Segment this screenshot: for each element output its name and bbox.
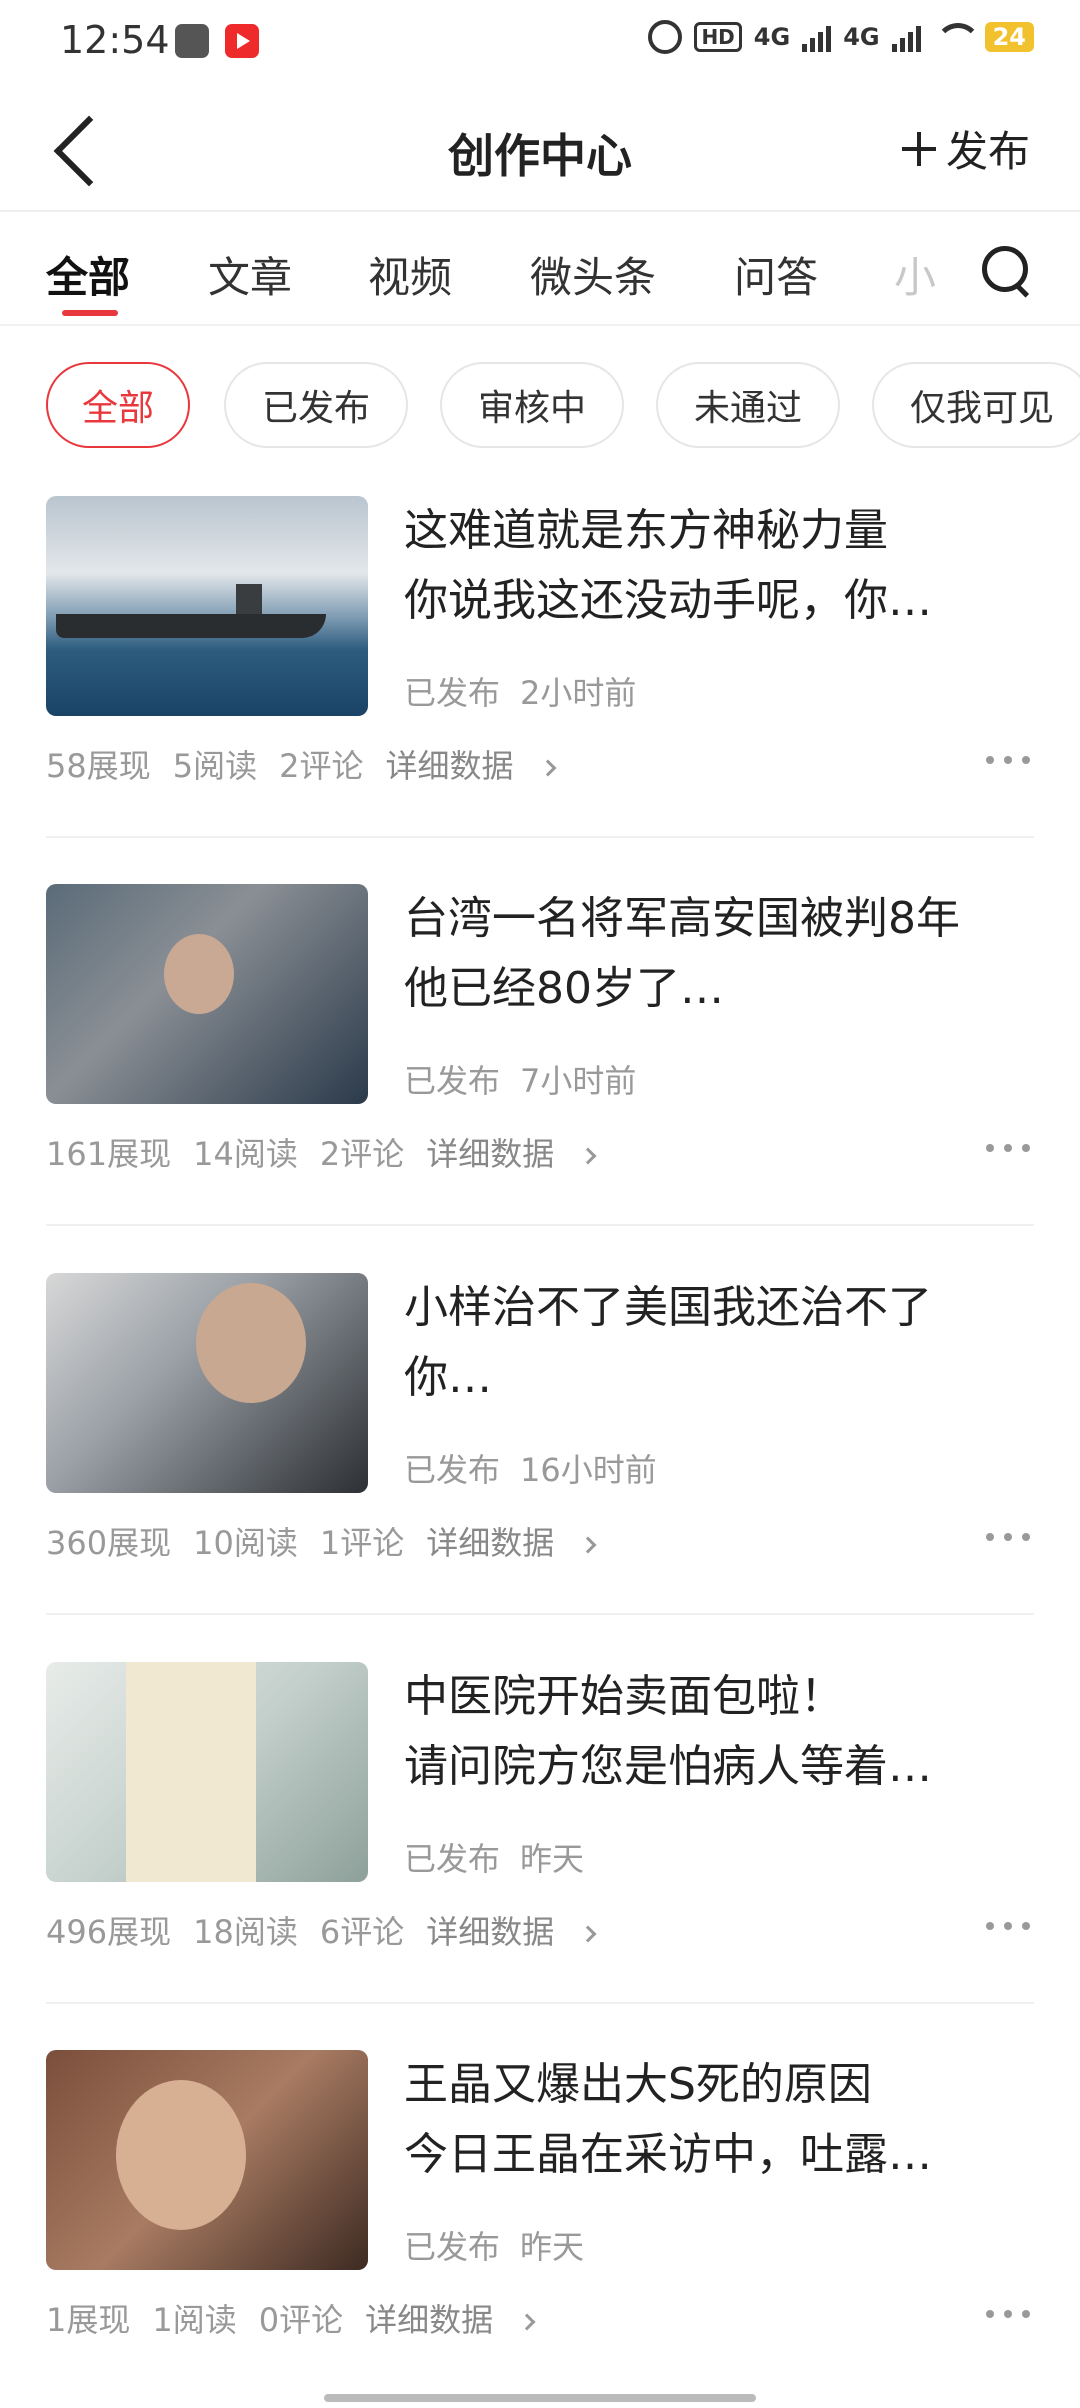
tab-articles[interactable]: 文章 — [208, 244, 292, 305]
detail-data-link[interactable]: 详细数据 — [365, 2301, 536, 2339]
article-title[interactable]: 小样治不了美国我还治不了 你… — [404, 1273, 1044, 1413]
more-options-icon[interactable] — [986, 1136, 1030, 1160]
hd-icon: HD — [694, 22, 742, 52]
detail-data-link[interactable]: 详细数据 — [385, 747, 556, 785]
article-stats: 1展现 1阅读 0评论 详细数据 — [46, 2295, 555, 2341]
article-item[interactable]: 小样治不了美国我还治不了 你… 已发布 16小时前 360展现 10阅读 1评论 详细数… — [0, 1273, 1080, 1661]
chevron-right-icon — [579, 1925, 597, 1943]
filter-published[interactable]: 已发布 — [224, 362, 408, 448]
tab-more-partial[interactable]: 小 — [894, 244, 936, 305]
search-icon[interactable] — [980, 244, 1032, 296]
article-meta: 已发布 16小时前 — [404, 1451, 657, 1489]
article-stats: 360展现 10阅读 1评论 详细数据 — [46, 1518, 616, 1564]
status-bar: 12:54 HD 4G 4G 24 — [0, 0, 1080, 88]
app-header: 创作中心 发布 — [0, 88, 1080, 212]
divider — [46, 1613, 1034, 1615]
plus-icon — [901, 131, 936, 166]
divider — [46, 836, 1034, 838]
article-stats: 58展现 5阅读 2评论 详细数据 — [46, 741, 576, 787]
article-title[interactable]: 王晶又爆出大S死的原因 今日王晶在采访中，吐露… — [404, 2050, 1044, 2190]
article-thumbnail[interactable] — [46, 1273, 368, 1493]
filter-private[interactable]: 仅我可见 — [872, 362, 1080, 448]
article-meta: 已发布 2小时前 — [404, 674, 637, 712]
article-meta: 已发布 7小时前 — [404, 1062, 637, 1100]
article-thumbnail[interactable] — [46, 884, 368, 1104]
signal-icon-2 — [891, 22, 921, 52]
network-label: 4G — [753, 23, 791, 51]
status-indicators: HD 4G 4G 24 — [648, 20, 1034, 54]
alarm-icon — [648, 20, 683, 54]
article-meta: 已发布 昨天 — [404, 1840, 585, 1878]
article-stats: 161展现 14阅读 2评论 详细数据 — [46, 1129, 616, 1175]
filter-rejected[interactable]: 未通过 — [656, 362, 840, 448]
filter-all[interactable]: 全部 — [46, 362, 190, 448]
article-stats: 496展现 18阅读 6评论 详细数据 — [46, 1907, 616, 1953]
wifi-icon — [933, 21, 981, 53]
chevron-right-icon — [579, 1147, 597, 1165]
publish-button[interactable]: 发布 — [901, 118, 1030, 179]
article-title[interactable]: 中医院开始卖面包啦！ 请问院方您是怕病人等着… — [404, 1662, 1044, 1802]
active-tab-indicator — [62, 310, 118, 316]
article-thumbnail[interactable] — [46, 1662, 368, 1882]
chevron-right-icon — [518, 2313, 536, 2331]
status-filter-chips: 全部 已发布 审核中 未通过 仅我可见 — [0, 362, 1080, 452]
publish-label: 发布 — [945, 127, 1030, 176]
tab-micro-posts[interactable]: 微头条 — [530, 244, 656, 305]
article-item[interactable]: 这难道就是东方神秘力量 你说我这还没动手呢，你… 已发布 2小时前 58展现 5阅读… — [0, 496, 1080, 884]
tab-all[interactable]: 全部 — [46, 244, 130, 305]
article-item[interactable]: 中医院开始卖面包啦！ 请问院方您是怕病人等着… 已发布 昨天 496展现 18阅读 6… — [0, 1662, 1080, 2050]
video-app-icon — [225, 24, 259, 58]
detail-data-link[interactable]: 详细数据 — [426, 1135, 597, 1173]
divider — [46, 1224, 1034, 1226]
divider — [46, 2002, 1034, 2004]
signal-icon — [802, 22, 832, 52]
robot-app-icon — [175, 24, 209, 58]
filter-reviewing[interactable]: 审核中 — [440, 362, 624, 448]
detail-data-link[interactable]: 详细数据 — [426, 1913, 597, 1951]
article-item[interactable]: 王晶又爆出大S死的原因 今日王晶在采访中，吐露… 已发布 昨天 1展现 1阅读 0评论… — [0, 2050, 1080, 2408]
status-time: 12:54 — [60, 18, 170, 62]
article-meta: 已发布 昨天 — [404, 2228, 585, 2266]
more-options-icon[interactable] — [986, 1914, 1030, 1938]
more-options-icon[interactable] — [986, 748, 1030, 772]
article-thumbnail[interactable] — [46, 496, 368, 716]
article-title[interactable]: 这难道就是东方神秘力量 你说我这还没动手呢，你… — [404, 496, 1044, 636]
home-indicator[interactable] — [324, 2394, 756, 2402]
battery-indicator: 24 — [984, 22, 1034, 52]
detail-data-link[interactable]: 详细数据 — [426, 1524, 597, 1562]
chevron-right-icon — [539, 759, 556, 777]
article-title[interactable]: 台湾一名将军高安国被判8年 他已经80岁了… — [404, 884, 1044, 1024]
status-app-icons — [175, 24, 259, 58]
tab-videos[interactable]: 视频 — [368, 244, 452, 305]
content-type-tabs: 全部 文章 视频 微头条 问答 小 — [0, 214, 1080, 326]
tab-qa[interactable]: 问答 — [734, 244, 818, 305]
more-options-icon[interactable] — [986, 1525, 1030, 1549]
article-item[interactable]: 台湾一名将军高安国被判8年 他已经80岁了… 已发布 7小时前 161展现 14阅读… — [0, 884, 1080, 1272]
article-thumbnail[interactable] — [46, 2050, 368, 2270]
network-label-2: 4G — [843, 23, 880, 51]
chevron-right-icon — [579, 1536, 597, 1554]
more-options-icon[interactable] — [986, 2302, 1030, 2326]
